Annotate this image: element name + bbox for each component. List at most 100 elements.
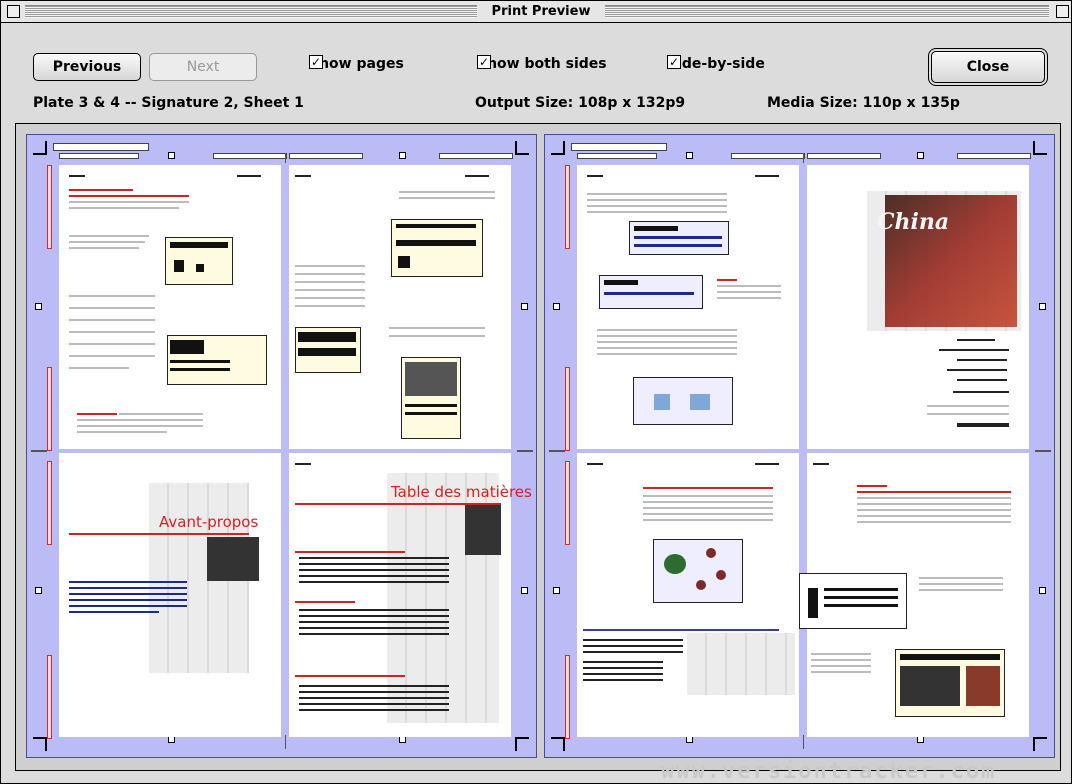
page-text (69, 241, 145, 243)
page-text (299, 581, 449, 583)
show-pages-checkbox[interactable]: ✓ Show pages (309, 55, 404, 73)
page-thumbnail: China (807, 165, 1029, 449)
window-zoom-box[interactable] (1056, 5, 1069, 18)
page-text (583, 639, 683, 641)
dark-image (465, 505, 501, 555)
screenshot-figure (633, 377, 733, 425)
color-bar (47, 461, 52, 545)
figure-detail (634, 226, 678, 231)
registration-mark (399, 736, 406, 743)
page-text (119, 413, 203, 415)
page-text (69, 201, 189, 203)
fold-mark (285, 735, 286, 749)
output-size-info: Output Size: 108p x 132p9 (475, 95, 686, 111)
window-close-box[interactable] (7, 5, 20, 18)
page-text (69, 331, 155, 333)
registration-mark (1039, 587, 1046, 594)
window-title: Print Preview (477, 3, 605, 21)
page-text (295, 281, 365, 283)
page-thumbnail: Avant-propos (59, 453, 281, 737)
page-text (295, 305, 365, 307)
page-thumbnail (289, 165, 511, 449)
watermark: www.versiontracker.com (661, 759, 997, 784)
page-text (69, 247, 139, 249)
page-thumbnail (577, 453, 799, 737)
page-text (643, 507, 773, 509)
page-text (643, 487, 773, 489)
figure-detail (634, 236, 722, 239)
registration-mark (553, 587, 560, 594)
page-text (755, 175, 779, 177)
page-text (69, 189, 133, 191)
figure-detail (900, 666, 960, 706)
page-text (399, 191, 495, 193)
preview-area[interactable]: Avant-propos Table des matières China (15, 123, 1061, 771)
color-bar (47, 367, 52, 451)
page-text (69, 343, 155, 345)
background-image (687, 633, 795, 695)
figure-detail (808, 588, 818, 618)
title-bar[interactable]: Print Preview (1, 1, 1071, 23)
crop-mark (1033, 737, 1047, 751)
page-text (465, 175, 489, 177)
page-thumbnail: Table des matières (289, 453, 532, 737)
show-both-sides-checkbox[interactable]: ✓ Show both sides (477, 55, 607, 73)
page-text (811, 665, 871, 667)
page-text (717, 297, 781, 299)
registration-mark (686, 152, 693, 159)
registration-strip (731, 153, 805, 159)
page-text (643, 519, 773, 521)
page-text (295, 551, 405, 553)
registration-mark (917, 152, 924, 159)
page-text (587, 193, 727, 195)
crop-mark (33, 737, 47, 751)
page-text (299, 557, 449, 559)
page-text (811, 671, 871, 673)
figure-detail (604, 280, 638, 285)
figure-detail (405, 412, 457, 415)
previous-button[interactable]: Previous (33, 53, 141, 81)
registration-mark (35, 303, 42, 310)
next-button[interactable]: Next (149, 53, 257, 81)
close-button[interactable]: Close (931, 51, 1045, 83)
page-text (295, 289, 365, 291)
page-text (857, 497, 1011, 499)
page-text (587, 211, 727, 213)
page-text (295, 273, 365, 275)
fold-mark (549, 450, 565, 452)
page-text (811, 659, 871, 661)
registration-strip (213, 153, 287, 159)
page-text (957, 339, 995, 341)
screenshot-figure (629, 221, 729, 255)
registration-strip (53, 143, 149, 151)
figure-detail (405, 404, 457, 407)
page-text (857, 485, 887, 487)
page-text (299, 691, 449, 693)
crop-mark (1033, 141, 1047, 155)
page-text (299, 709, 449, 711)
registration-strip (289, 153, 363, 159)
page-text (927, 405, 1009, 407)
show-pages-label: Show pages (309, 56, 404, 72)
diagram-node (664, 554, 686, 574)
figure-detail (604, 292, 694, 295)
page-text (69, 295, 155, 297)
page-text (583, 667, 663, 669)
side-by-side-checkbox[interactable]: ✓ Side-by-side (667, 55, 765, 73)
page-text (597, 341, 737, 343)
side-by-side-check-icon: ✓ (667, 55, 681, 69)
page-text (919, 583, 1003, 585)
color-bar (565, 655, 570, 739)
page-text (69, 611, 159, 613)
page-text (69, 533, 249, 535)
figure-detail (170, 340, 204, 354)
cover-logo: China (877, 209, 950, 235)
page-text (299, 633, 449, 635)
page-text (389, 335, 485, 337)
color-bar (47, 655, 52, 739)
registration-mark (168, 152, 175, 159)
page-text (927, 413, 1009, 415)
page-text (69, 195, 189, 197)
page-text (953, 391, 1009, 393)
figure-detail (900, 654, 1000, 660)
